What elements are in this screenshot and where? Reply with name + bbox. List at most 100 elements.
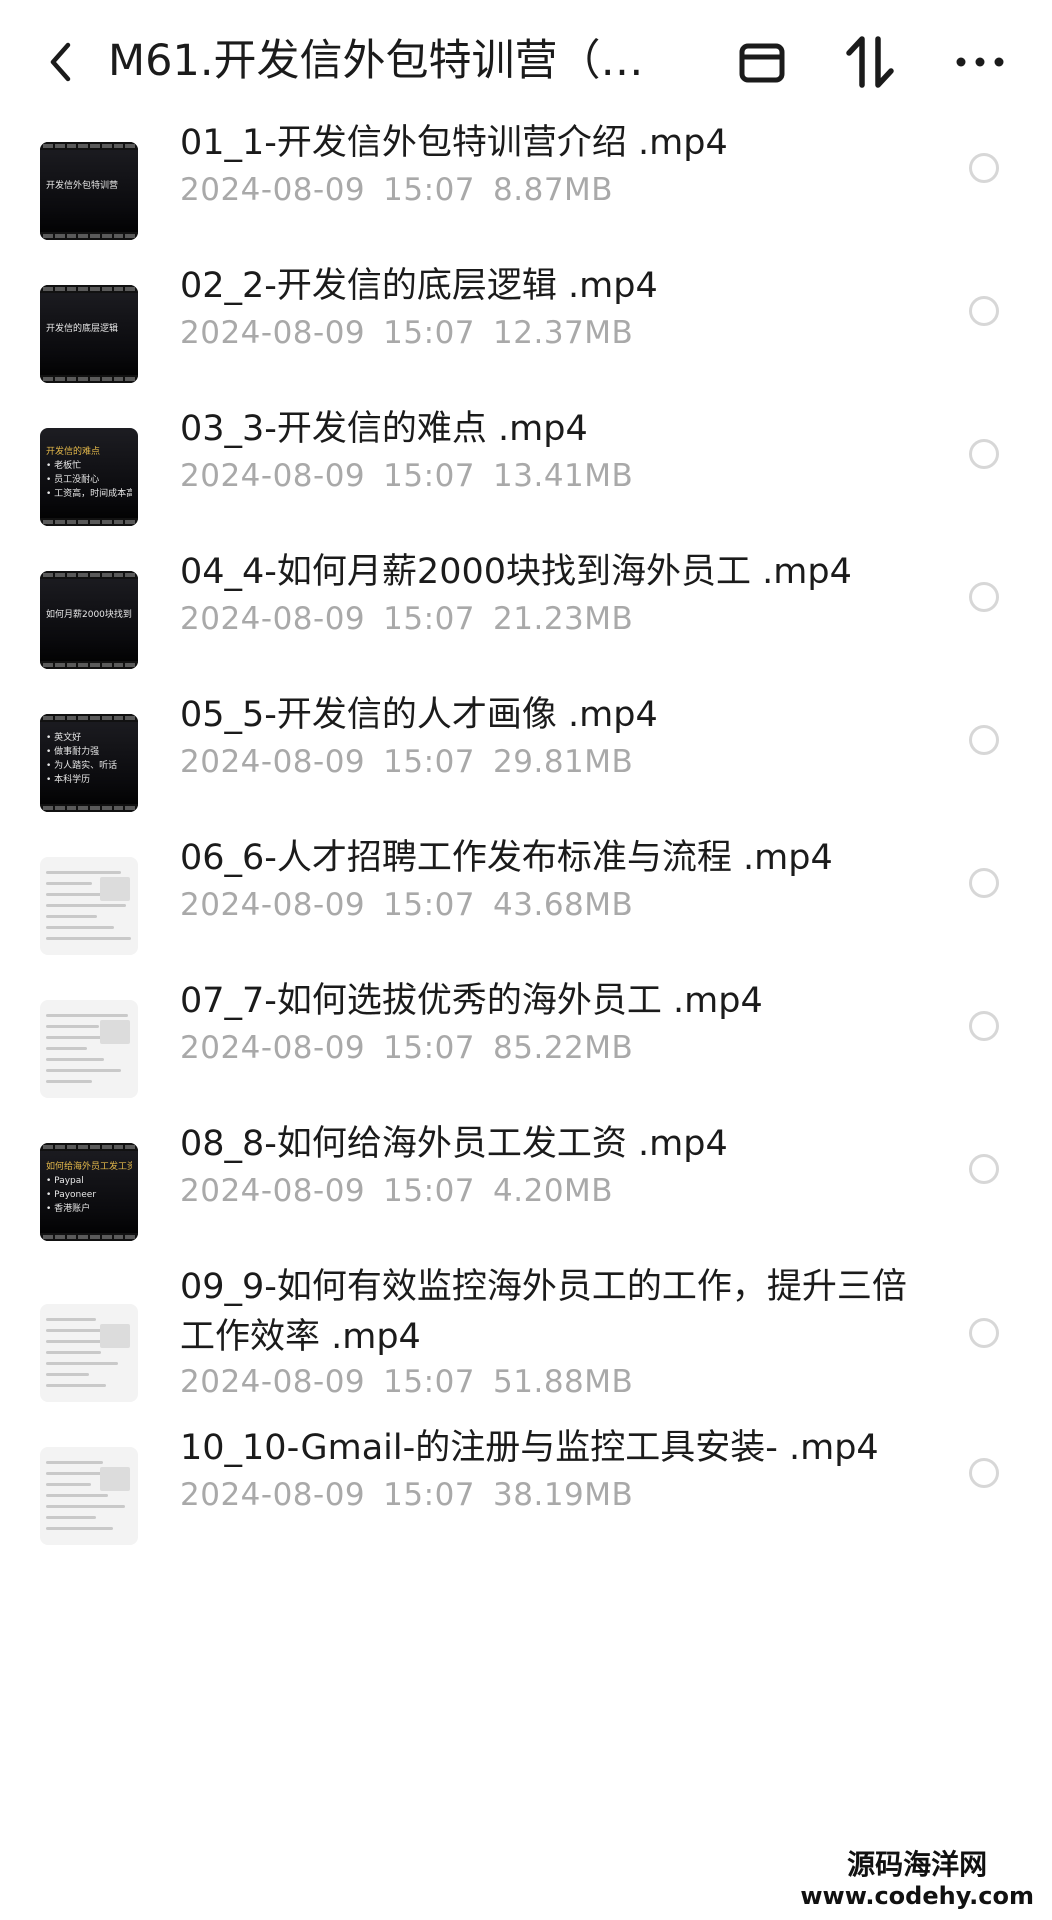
select-radio[interactable]: [969, 439, 999, 469]
thumbnail-text: • 英文好: [46, 733, 82, 743]
video-thumbnail: [40, 1000, 138, 1098]
file-list-item[interactable]: 07_7-如何选拔优秀的海外员工 .mp4 2024-08-09 15:07 85.2…: [0, 981, 1052, 1131]
thumbnail-text: • 做事耐力强: [46, 747, 100, 757]
select-radio[interactable]: [969, 153, 999, 183]
file-name: 09_9-如何有效监控海外员工的工作，提升三倍工作效率 .mp4: [180, 1267, 907, 1357]
file-date: 2024-08-09: [180, 1030, 366, 1066]
thumbnail-line: [46, 1384, 106, 1387]
thumbnail-line: [46, 1318, 96, 1321]
folder-title: M61.开发信外包特训营（雷...: [108, 36, 668, 86]
thumbnail-line: [46, 1047, 87, 1050]
file-name: 07_7-如何选拔优秀的海外员工 .mp4: [180, 981, 763, 1021]
thumbnail-line: [46, 926, 114, 929]
film-strip: [40, 232, 138, 240]
thumbnail-line: [46, 1516, 96, 1519]
file-date: 2024-08-09: [180, 1364, 366, 1400]
video-thumbnail: [40, 1304, 138, 1402]
file-list-item[interactable]: 10_10-Gmail-的注册与监控工具安装- .mp4 2024-08-09 15…: [0, 1428, 1052, 1578]
file-meta: 2024-08-09 15:07 21.23MB: [180, 597, 633, 641]
thumbnail-line: [46, 1527, 113, 1530]
file-time: 15:07: [383, 1364, 476, 1400]
thumbnail-text: • 香港账户: [46, 1204, 91, 1214]
thumbnail-block: [100, 1020, 130, 1044]
file-list-item[interactable]: 开发信外包特训营 01_1-开发信外包特训营介绍 .mp4 2024-08-09 15…: [0, 123, 1052, 273]
sort-button[interactable]: [838, 30, 902, 94]
film-strip: [40, 518, 138, 526]
file-list-item[interactable]: 09_9-如何有效监控海外员工的工作，提升三倍工作效率 .mp4 2024-08-…: [0, 1267, 1052, 1434]
sort-arrows-icon: [846, 36, 894, 88]
file-time: 15:07: [383, 744, 476, 780]
select-radio[interactable]: [969, 1011, 999, 1041]
select-radio[interactable]: [969, 296, 999, 326]
file-list-item[interactable]: 开发信的底层逻辑 02_2-开发信的底层逻辑 .mp4 2024-08-09 15:0…: [0, 266, 1052, 416]
thumbnail-text: • Payoneer: [46, 1190, 97, 1200]
file-time: 15:07: [383, 887, 476, 923]
select-radio[interactable]: [969, 1154, 999, 1184]
file-list-item[interactable]: 如何给海外员工发工资 • Paypal • Payoneer • 香港账户 08_8-如…: [0, 1124, 1052, 1274]
video-thumbnail: • 英文好 • 做事耐力强 • 为人踏实、听话 • 本科学历: [40, 714, 138, 812]
file-size: 21.23MB: [493, 601, 634, 637]
file-name: 06_6-人才招聘工作发布标准与流程 .mp4: [180, 838, 833, 878]
file-time: 15:07: [383, 1030, 476, 1066]
film-strip: [40, 1143, 138, 1151]
thumbnail-line: [46, 1014, 128, 1017]
file-time: 15:07: [383, 601, 476, 637]
file-list-item[interactable]: 开发信的难点 • 老板忙 • 员工没耐心 • 工资高，时间成本高 03_3-开发信的难点…: [0, 409, 1052, 559]
file-name: 01_1-开发信外包特训营介绍 .mp4: [180, 123, 728, 163]
select-radio[interactable]: [969, 868, 999, 898]
thumbnail-line: [46, 904, 126, 907]
thumbnail-block: [100, 1467, 130, 1491]
more-dots-icon: [956, 57, 1004, 67]
select-radio[interactable]: [969, 1458, 999, 1488]
file-date: 2024-08-09: [180, 601, 366, 637]
file-date: 2024-08-09: [180, 458, 366, 494]
file-meta: 2024-08-09 15:07 13.41MB: [180, 454, 633, 498]
watermark-line2: www.codehy.com: [800, 1882, 1034, 1910]
archive-button[interactable]: [730, 30, 794, 94]
thumbnail-line: [46, 1373, 89, 1376]
file-meta: 2024-08-09 15:07 29.81MB: [180, 740, 633, 784]
thumbnail-block: [100, 877, 130, 901]
video-thumbnail: 如何给海外员工发工资 • Paypal • Payoneer • 香港账户: [40, 1143, 138, 1241]
select-radio[interactable]: [969, 725, 999, 755]
thumbnail-text: • 老板忙: [46, 461, 82, 471]
select-radio[interactable]: [969, 1318, 999, 1348]
file-meta: 2024-08-09 15:07 43.68MB: [180, 883, 633, 927]
thumbnail-text: • 本科学历: [46, 775, 91, 785]
file-time: 15:07: [383, 1173, 476, 1209]
video-thumbnail: [40, 857, 138, 955]
thumbnail-line: [46, 1069, 121, 1072]
file-date: 2024-08-09: [180, 744, 366, 780]
film-strip: [40, 142, 138, 150]
file-meta: 2024-08-09 15:07 85.22MB: [180, 1026, 633, 1070]
thumbnail-line: [46, 1058, 104, 1061]
file-size: 85.22MB: [493, 1030, 634, 1066]
file-time: 15:07: [383, 172, 476, 208]
watermark: 源码海洋网 www.codehy.com: [800, 1848, 1034, 1910]
file-name: 03_3-开发信的难点 .mp4: [180, 409, 588, 449]
file-meta: 2024-08-09 15:07 51.88MB: [180, 1360, 633, 1404]
chevron-left-icon: [50, 42, 71, 82]
file-date: 2024-08-09: [180, 172, 366, 208]
thumbnail-text: 开发信外包特训营: [46, 181, 119, 191]
thumbnail-line: [46, 882, 92, 885]
thumbnail-text: 如何给海外员工发工资: [46, 1162, 132, 1172]
file-size: 8.87MB: [493, 172, 614, 208]
file-list-item[interactable]: 如何月薪2000块找到 04_4-如何月薪2000块找到海外员工 .mp4 2024…: [0, 552, 1052, 702]
file-date: 2024-08-09: [180, 887, 366, 923]
more-button[interactable]: [948, 30, 1012, 94]
film-strip: [40, 285, 138, 293]
file-date: 2024-08-09: [180, 315, 366, 351]
back-button[interactable]: [40, 32, 80, 92]
thumbnail-line: [46, 1505, 125, 1508]
file-list-item[interactable]: 06_6-人才招聘工作发布标准与流程 .mp4 2024-08-09 15:07 43…: [0, 838, 1052, 988]
file-size: 38.19MB: [493, 1477, 634, 1513]
file-date: 2024-08-09: [180, 1477, 366, 1513]
video-thumbnail: 如何月薪2000块找到: [40, 571, 138, 669]
file-time: 15:07: [383, 458, 476, 494]
file-time: 15:07: [383, 1477, 476, 1513]
select-radio[interactable]: [969, 582, 999, 612]
thumbnail-line: [46, 1483, 91, 1486]
file-list-item[interactable]: • 英文好 • 做事耐力强 • 为人踏实、听话 • 本科学历 05_5-开发信的人才画像…: [0, 695, 1052, 845]
file-time: 15:07: [383, 315, 476, 351]
